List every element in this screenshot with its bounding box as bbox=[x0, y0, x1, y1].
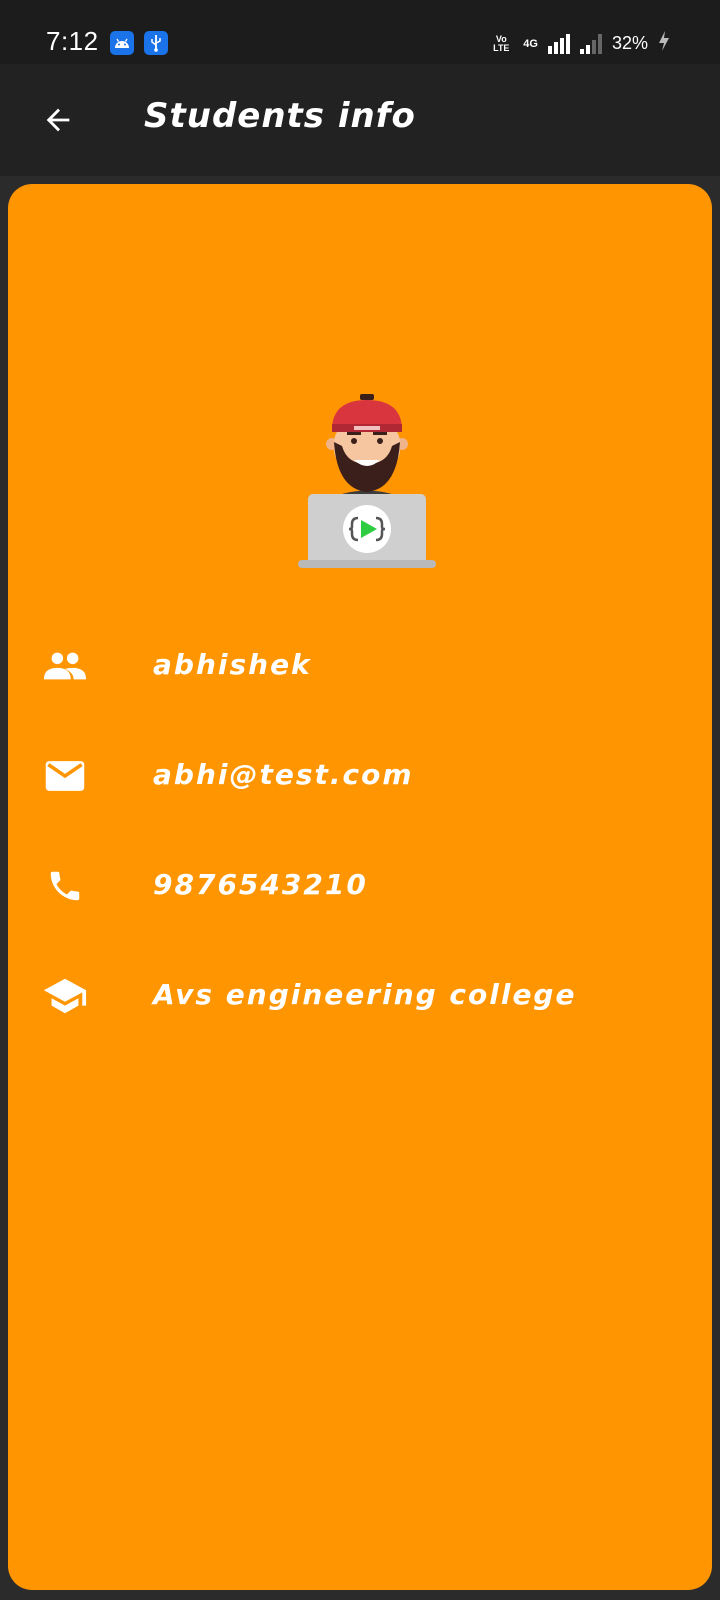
volte-indicator: Vo LTE bbox=[493, 33, 510, 53]
app-bar: Students info bbox=[0, 64, 720, 176]
status-right-group: Vo LTE 4G 32% bbox=[489, 30, 670, 57]
page-title: Students info bbox=[144, 96, 416, 136]
status-time: 7:12 bbox=[46, 26, 99, 56]
phone-icon bbox=[42, 866, 88, 906]
back-button[interactable] bbox=[30, 92, 86, 148]
network-type: 4G bbox=[523, 37, 538, 50]
student-info-card: abhishek abhi@test.com 9876543210 Avs en… bbox=[8, 184, 712, 1590]
android-icon bbox=[110, 31, 134, 55]
info-row-phone: 9876543210 bbox=[8, 856, 712, 916]
info-row-college: Avs engineering college bbox=[8, 966, 712, 1026]
student-email: abhi@test.com bbox=[153, 758, 414, 791]
usb-icon bbox=[144, 31, 168, 55]
student-college: Avs engineering college bbox=[153, 978, 577, 1011]
signal-icon-secondary bbox=[579, 33, 602, 54]
school-icon bbox=[42, 976, 88, 1016]
people-icon bbox=[42, 646, 88, 686]
email-icon bbox=[42, 756, 88, 796]
navigation-bar bbox=[0, 1590, 720, 1600]
info-row-email: abhi@test.com bbox=[8, 746, 712, 806]
battery-charging-icon bbox=[658, 30, 670, 57]
info-row-name: abhishek bbox=[8, 636, 712, 696]
arrow-back-icon bbox=[46, 108, 70, 132]
signal-icon bbox=[547, 33, 570, 54]
battery-level: 32% bbox=[611, 33, 648, 53]
developer-avatar-icon bbox=[298, 394, 436, 568]
student-phone: 9876543210 bbox=[153, 868, 368, 901]
student-name: abhishek bbox=[153, 648, 312, 681]
